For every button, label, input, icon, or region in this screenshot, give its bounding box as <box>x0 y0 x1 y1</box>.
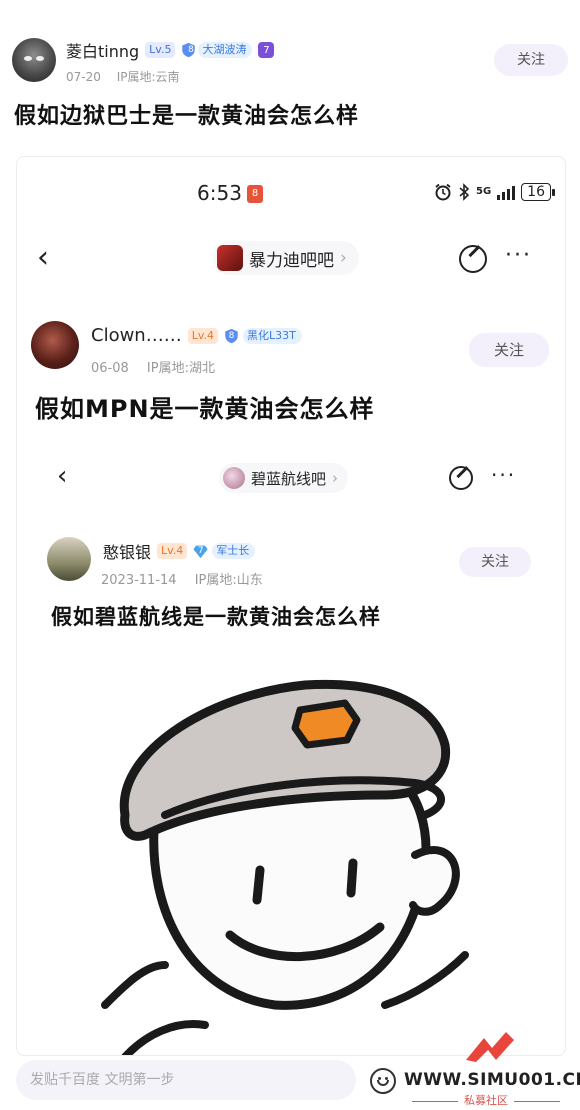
level-badge: Lv.5 <box>145 42 176 58</box>
nested-post-header: 憨银银 Lv.4 7 军士长 2023-11-14 IP属地:山东 关注 <box>47 537 537 588</box>
status-time: 6:53 <box>197 181 242 205</box>
forum-pill[interactable]: 暴力迪吧吧 › <box>213 241 359 275</box>
username[interactable]: Clown…… <box>91 325 182 346</box>
follow-button[interactable]: 关注 <box>459 547 531 577</box>
title-badge: 军士长 <box>212 543 256 559</box>
post-date: 2023-11-14 <box>101 573 177 588</box>
user-line: 菱白tinng Lv.5 8 大湖波涛 7 <box>66 38 275 62</box>
nav-bar: ‹ 暴力迪吧吧 › ··· <box>17 241 565 277</box>
user-line: Clown…… Lv.4 8 黑化L33T <box>91 325 302 346</box>
avatar[interactable] <box>12 38 56 82</box>
post-ip: IP属地:云南 <box>116 70 180 84</box>
emoji-icon[interactable] <box>370 1068 396 1094</box>
watermark-subtext: 私募社区 <box>404 1092 568 1108</box>
username[interactable]: 菱白tinng <box>66 38 139 62</box>
post-date: 07-20 <box>66 70 101 84</box>
follow-button[interactable]: 关注 <box>469 333 549 367</box>
achievement-badge: 7 <box>258 42 275 58</box>
member-badge: 8 大湖波涛 <box>181 42 253 58</box>
post-ip: IP属地:山东 <box>194 573 263 588</box>
watermark-logo <box>466 1032 514 1062</box>
status-bar: 6:53 8 5G 16 <box>17 181 565 211</box>
forum-icon <box>223 467 245 489</box>
inner-post-header: Clown…… Lv.4 8 黑化L33T 06-08 IP属地:湖北 关注 <box>31 317 551 376</box>
forum-pill[interactable]: 碧蓝航线吧 › <box>219 463 349 493</box>
watermark-text: WWW.SIMU001.CN <box>404 1070 580 1090</box>
level-badge: Lv.4 <box>157 543 188 559</box>
forum-icon <box>217 245 243 271</box>
bottom-bar: WWW.SIMU001.CN 私募社区 <box>0 1032 580 1110</box>
level-badge: Lv.4 <box>187 327 218 344</box>
avatar[interactable] <box>31 321 79 369</box>
user-line: 憨银银 Lv.4 7 军士长 <box>103 539 256 563</box>
battery-level: 16 <box>521 183 555 201</box>
more-icon[interactable]: ··· <box>491 465 516 485</box>
title-badge: 大湖波涛 <box>198 42 253 58</box>
meme-image <box>101 679 469 1055</box>
avatar[interactable] <box>47 537 91 581</box>
nested-nav-bar: ‹ 碧蓝航线吧 › ··· <box>17 463 565 493</box>
avatar-eye-right <box>36 56 44 61</box>
username[interactable]: 憨银银 <box>103 539 151 563</box>
more-icon[interactable]: ··· <box>505 245 532 267</box>
post-date: 06-08 <box>91 361 129 376</box>
alarm-icon <box>435 183 451 201</box>
post-meta: 07-20 IP属地:云南 <box>66 68 180 85</box>
badge-number: 8 <box>188 45 194 55</box>
title-badge: 黑化L33T <box>243 327 302 344</box>
badge-number: 8 <box>228 330 235 341</box>
post-meta: 06-08 IP属地:湖北 <box>91 357 215 376</box>
share-edit-icon[interactable] <box>449 466 473 490</box>
chevron-right-icon: › <box>332 469 339 487</box>
bluetooth-icon <box>459 183 470 201</box>
back-chevron-icon[interactable]: ‹ <box>37 243 49 273</box>
forum-name: 暴力迪吧吧 <box>249 250 334 271</box>
notification-icon: 8 <box>247 185 263 203</box>
forum-name: 碧蓝航线吧 <box>251 469 327 488</box>
signal-icon <box>497 184 516 200</box>
post-header: 菱白tinng Lv.5 8 大湖波涛 7 07-20 IP属地:云南 关注 <box>12 36 568 88</box>
post-meta: 2023-11-14 IP属地:山东 <box>101 569 263 588</box>
post-title: 假如边狱巴士是一款黄油会怎么样 <box>14 104 360 129</box>
post-ip: IP属地:湖北 <box>146 361 215 376</box>
follow-button[interactable]: 关注 <box>494 44 568 76</box>
chevron-right-icon: › <box>340 248 347 268</box>
nested-post-title: 假如碧蓝航线是一款黄油会怎么样 <box>51 605 381 629</box>
embedded-screenshot[interactable]: 6:53 8 5G 16 ‹ 暴力迪吧吧 › ··· Clown…… Lv.4 … <box>16 156 566 1056</box>
badge-number: 7 <box>197 546 204 556</box>
network-label: 5G <box>476 186 492 197</box>
avatar-eye-left <box>24 56 32 61</box>
inner-post-title: 假如MPN是一款黄油会怎么样 <box>35 395 375 423</box>
comment-input[interactable] <box>16 1060 356 1100</box>
share-edit-icon[interactable] <box>459 245 487 273</box>
system-icons: 5G 16 <box>434 183 555 201</box>
back-chevron-icon[interactable]: ‹ <box>57 463 67 489</box>
